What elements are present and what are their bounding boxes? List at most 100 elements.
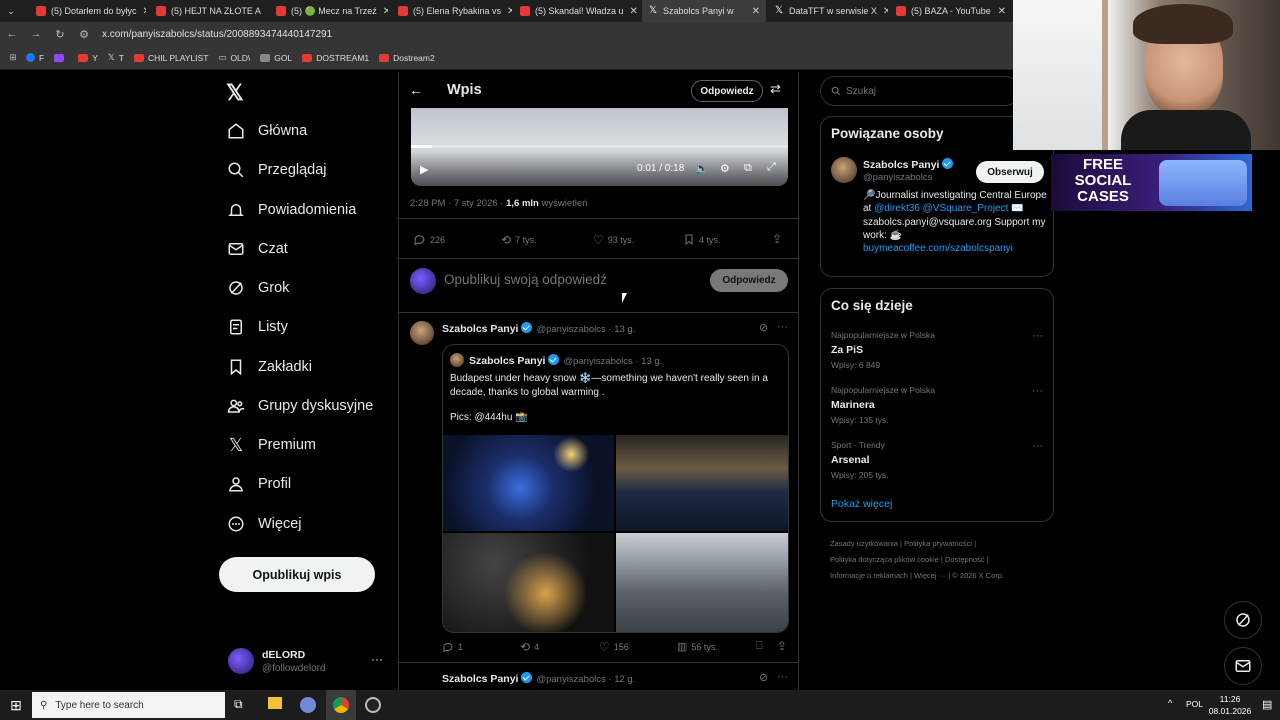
nav-item-grok[interactable]: Grok <box>226 278 289 298</box>
next-post-author[interactable]: Szabolcs Panyi @panyiszabolcs · 12 g. <box>442 672 635 685</box>
photo-tram-night[interactable] <box>443 435 614 531</box>
tab-search-chevron-icon[interactable]: ⌄ <box>0 0 22 22</box>
photo-parliament-night[interactable] <box>616 435 788 531</box>
bio-mention-link[interactable]: @VSquare_Project <box>923 203 1009 214</box>
back-arrow-icon[interactable]: ← <box>409 82 423 98</box>
browser-tab[interactable]: 𝕏 DataTFT w serwisie X ✕ <box>768 0 888 22</box>
more-icon[interactable]: ··· <box>1032 440 1043 452</box>
bio-url-link[interactable]: buymeacoffee.com/szabolcspanyi <box>863 243 1013 254</box>
related-name[interactable]: Szabolcs Panyi <box>863 158 954 171</box>
photo-snowy-hill[interactable] <box>616 533 788 632</box>
pip-icon[interactable]: ⧉ <box>744 162 752 175</box>
close-icon[interactable]: ✕ <box>377 6 388 17</box>
more-icon[interactable]: ··· <box>777 671 788 683</box>
nav-item-chat[interactable]: Czat <box>226 239 288 259</box>
search-box[interactable]: Szukaj <box>820 76 1020 106</box>
browser-tab[interactable]: (5) Skandal! Władza u ✕ <box>514 0 640 22</box>
gear-icon[interactable]: ⚙ <box>720 162 730 175</box>
footer-link[interactable]: Więcej ··· <box>914 571 946 580</box>
trend-item[interactable]: Najpopularniejsze w Polska Za PiS Wpisy:… <box>831 330 1045 370</box>
nav-item-communities[interactable]: Grupy dyskusyjne <box>226 396 373 416</box>
bookmark-action[interactable]: 4 tys. <box>683 233 721 246</box>
reply-submit-button[interactable]: Odpowiedz <box>710 269 788 292</box>
close-icon[interactable]: ✕ <box>992 6 1006 17</box>
like-action[interactable]: ♡ 93 tys. <box>593 233 634 247</box>
x-logo-icon[interactable]: 𝕏 <box>226 80 244 106</box>
reply-compose-input[interactable]: Opublikuj swoją odpowiedź <box>444 272 607 287</box>
taskbar-search[interactable]: ⚲ Type here to search <box>32 692 225 718</box>
show-more-link[interactable]: Pokaż więcej <box>831 498 892 510</box>
footer-link[interactable]: Informacje o reklamach <box>830 571 908 580</box>
repost-action[interactable]: ⟲ 4 <box>520 640 539 654</box>
browser-tab[interactable]: (5) 🟢 Mecz na Trzeź ✕ <box>270 0 388 22</box>
avatar[interactable] <box>831 157 857 183</box>
bookmark[interactable]: Dostream2 <box>379 53 435 63</box>
nav-item-more[interactable]: Więcej <box>226 514 302 534</box>
reload-icon[interactable]: ↻ <box>48 28 72 41</box>
bookmark[interactable]: GOL <box>260 53 292 63</box>
tray-chevron-icon[interactable]: ^ <box>1168 698 1172 708</box>
footer-link[interactable]: Polityka dotycząca plików cookie <box>830 555 939 564</box>
follow-button[interactable]: Obserwuj <box>976 161 1044 183</box>
trend-item[interactable]: Sport · Trendy Arsenal Wpisy: 205 tys. ·… <box>831 440 1045 480</box>
obs-icon[interactable] <box>365 697 381 713</box>
close-icon[interactable]: ✕ <box>261 6 266 17</box>
views-action[interactable]: ▥ 56 tys. <box>677 640 718 653</box>
like-action[interactable]: ♡ 156 <box>599 640 629 654</box>
account-menu-icon[interactable]: ··· <box>371 652 383 666</box>
filter-settings-icon[interactable]: ⇄ <box>770 81 781 97</box>
bookmark[interactable]: 𝕏T <box>108 52 124 63</box>
photo-snowy-street[interactable] <box>443 533 614 632</box>
close-icon[interactable]: ✕ <box>137 6 146 17</box>
close-icon[interactable]: ✕ <box>624 6 638 17</box>
repost-action[interactable]: ⟲ 7 tys. <box>501 233 537 247</box>
browser-tab[interactable]: (5) Dotarłem do byłyc✕ <box>30 0 146 22</box>
close-icon[interactable]: ✕ <box>746 6 760 17</box>
video-player[interactable]: ▶ 0:01 / 0:18 🔈 ⚙ ⧉ ⤢ <box>411 108 788 186</box>
nav-item-lists[interactable]: Listy <box>226 317 288 337</box>
ad-banner[interactable]: FREE SOCIAL CASES <box>1051 154 1252 211</box>
browser-tab[interactable]: (5) Elena Rybakina vs ✕ <box>392 0 512 22</box>
nav-item-premium[interactable]: 𝕏 Premium <box>226 435 316 455</box>
apps-grid-icon[interactable]: ⊞ <box>0 52 26 63</box>
browser-tab[interactable]: (5) HEJT NA ZŁOTE A✕ <box>150 0 266 22</box>
forward-icon[interactable]: → <box>24 28 48 40</box>
site-settings-icon[interactable]: ⚙ <box>72 28 96 41</box>
language-indicator[interactable]: POL <box>1186 699 1203 709</box>
nav-item-explore[interactable]: Przeglądaj <box>226 160 327 180</box>
header-reply-button[interactable]: Odpowiedz <box>691 80 763 102</box>
file-explorer-icon[interactable] <box>268 697 282 709</box>
reply-action[interactable]: 226 <box>413 233 445 246</box>
avatar[interactable] <box>410 321 434 345</box>
reply-author[interactable]: Szabolcs Panyi @panyiszabolcs · 13 g. <box>442 322 635 335</box>
more-icon[interactable]: ··· <box>1032 385 1043 397</box>
bookmark-icon[interactable]: ⎕ <box>756 640 763 653</box>
reply-action[interactable]: 1 <box>442 641 463 653</box>
bookmark[interactable]: DOSTREAM1 <box>302 53 369 63</box>
back-icon[interactable]: ← <box>0 28 24 40</box>
chrome-taskbar-item[interactable] <box>326 690 356 720</box>
volume-icon[interactable]: 🔈 <box>695 162 709 175</box>
avatar[interactable] <box>228 648 254 674</box>
post-button[interactable]: Opublikuj wpis <box>219 557 375 592</box>
browser-tab[interactable]: (5) BAZA - YouTube ✕ <box>890 0 1012 22</box>
discord-icon[interactable] <box>300 697 316 713</box>
more-icon[interactable]: ··· <box>1032 330 1043 342</box>
grok-explain-icon[interactable]: ⊘ <box>759 671 768 684</box>
bookmark[interactable]: CHIL PLAYLIST <box>133 53 208 63</box>
nav-item-profile[interactable]: Profil <box>226 474 291 494</box>
bookmark[interactable] <box>54 53 68 62</box>
browser-tab-active[interactable]: 𝕏 Szabolcs Panyi w ✕ <box>642 0 766 22</box>
windows-start-icon[interactable]: ⊞ <box>0 690 32 720</box>
bookmark[interactable]: Y <box>78 53 98 63</box>
grok-explain-icon[interactable]: ⊘ <box>759 321 768 334</box>
clock[interactable]: 11:26 08.01.2026 <box>1204 693 1256 717</box>
share-icon[interactable]: ⇪ <box>777 639 787 653</box>
footer-link[interactable]: Zasady użytkowania <box>830 539 898 548</box>
grok-float-button[interactable] <box>1224 601 1262 639</box>
share-icon[interactable]: ⇪ <box>772 232 782 246</box>
notifications-icon[interactable]: ▤ <box>1262 698 1272 711</box>
footer-link[interactable]: Polityka prywatności <box>904 539 972 548</box>
video-progress-track[interactable] <box>411 145 788 148</box>
nav-item-bookmarks[interactable]: Zakładki <box>226 357 312 377</box>
